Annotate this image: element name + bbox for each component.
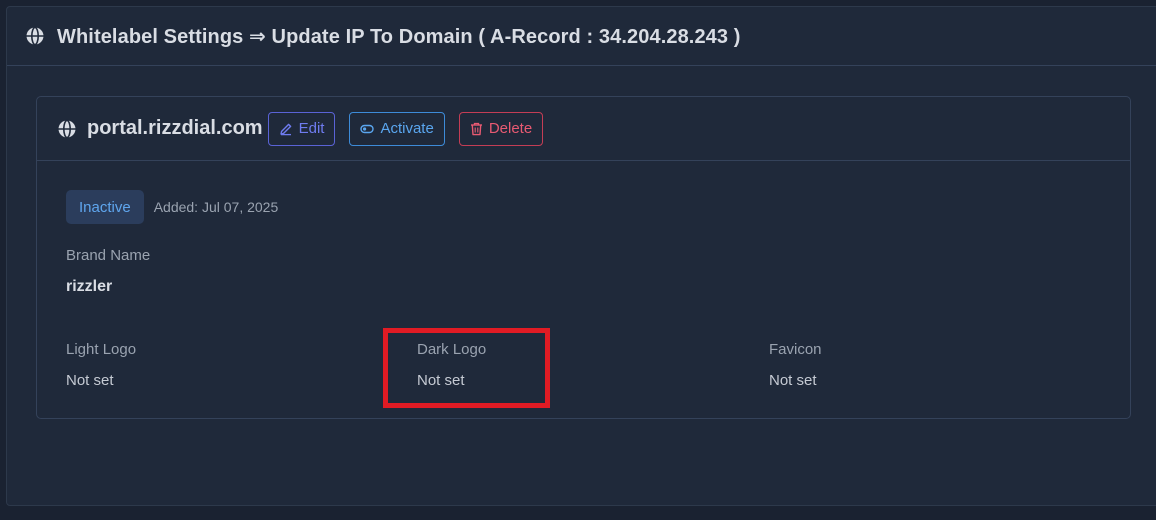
globe-icon [57,119,77,139]
status-badge: Inactive [66,190,144,224]
domain-card-header: portal.rizzdial.com Edit Activate Delete [37,97,1130,161]
toggle-icon [360,124,375,133]
light-logo-section: Light Logo Not set [66,341,136,389]
activate-button-label: Activate [380,120,434,137]
globe-icon [25,26,45,46]
edit-button-label: Edit [298,120,325,137]
page-title: Whitelabel Settings ⇒ Update IP To Domai… [57,25,741,48]
delete-button-label: Delete [488,120,533,137]
delete-button[interactable]: Delete [458,111,544,146]
panel-header: Whitelabel Settings ⇒ Update IP To Domai… [7,7,1156,66]
domain-name: portal.rizzdial.com [87,117,263,139]
status-row: Inactive Added: Jul 07, 2025 [66,190,278,224]
domain-card: portal.rizzdial.com Edit Activate Delete… [36,96,1131,419]
brand-name-value: rizzler [66,278,113,295]
added-date: Added: Jul 07, 2025 [153,199,279,215]
favicon-section: Favicon Not set [769,341,822,389]
light-logo-label: Light Logo [66,341,137,358]
trash-icon [470,122,482,135]
favicon-value: Not set [769,372,817,389]
brand-name-label: Brand Name [66,247,151,264]
activate-button[interactable]: Activate [349,111,445,146]
pencil-icon [279,123,291,135]
edit-button[interactable]: Edit [267,111,336,146]
highlight-box [383,328,550,408]
light-logo-value: Not set [66,372,114,389]
whitelabel-panel: Whitelabel Settings ⇒ Update IP To Domai… [6,6,1156,506]
favicon-label: Favicon [769,341,822,358]
